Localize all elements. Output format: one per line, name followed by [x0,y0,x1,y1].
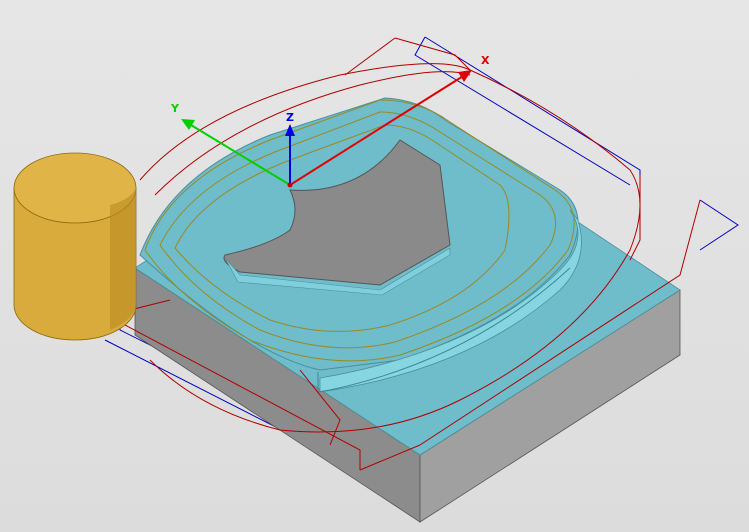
cam-3d-viewport[interactable]: X Y Z [0,0,749,532]
x-axis-arrow-icon [458,70,472,82]
y-axis-label: Y [170,102,180,115]
z-axis-label: Z [286,111,294,124]
origin-marker [287,182,293,188]
cutting-tool[interactable] [13,152,137,341]
tool-shading [110,188,136,330]
y-axis-arrow-icon [181,119,195,130]
cam-scene[interactable]: X Y Z [0,0,749,532]
x-axis-label: X [481,54,490,67]
